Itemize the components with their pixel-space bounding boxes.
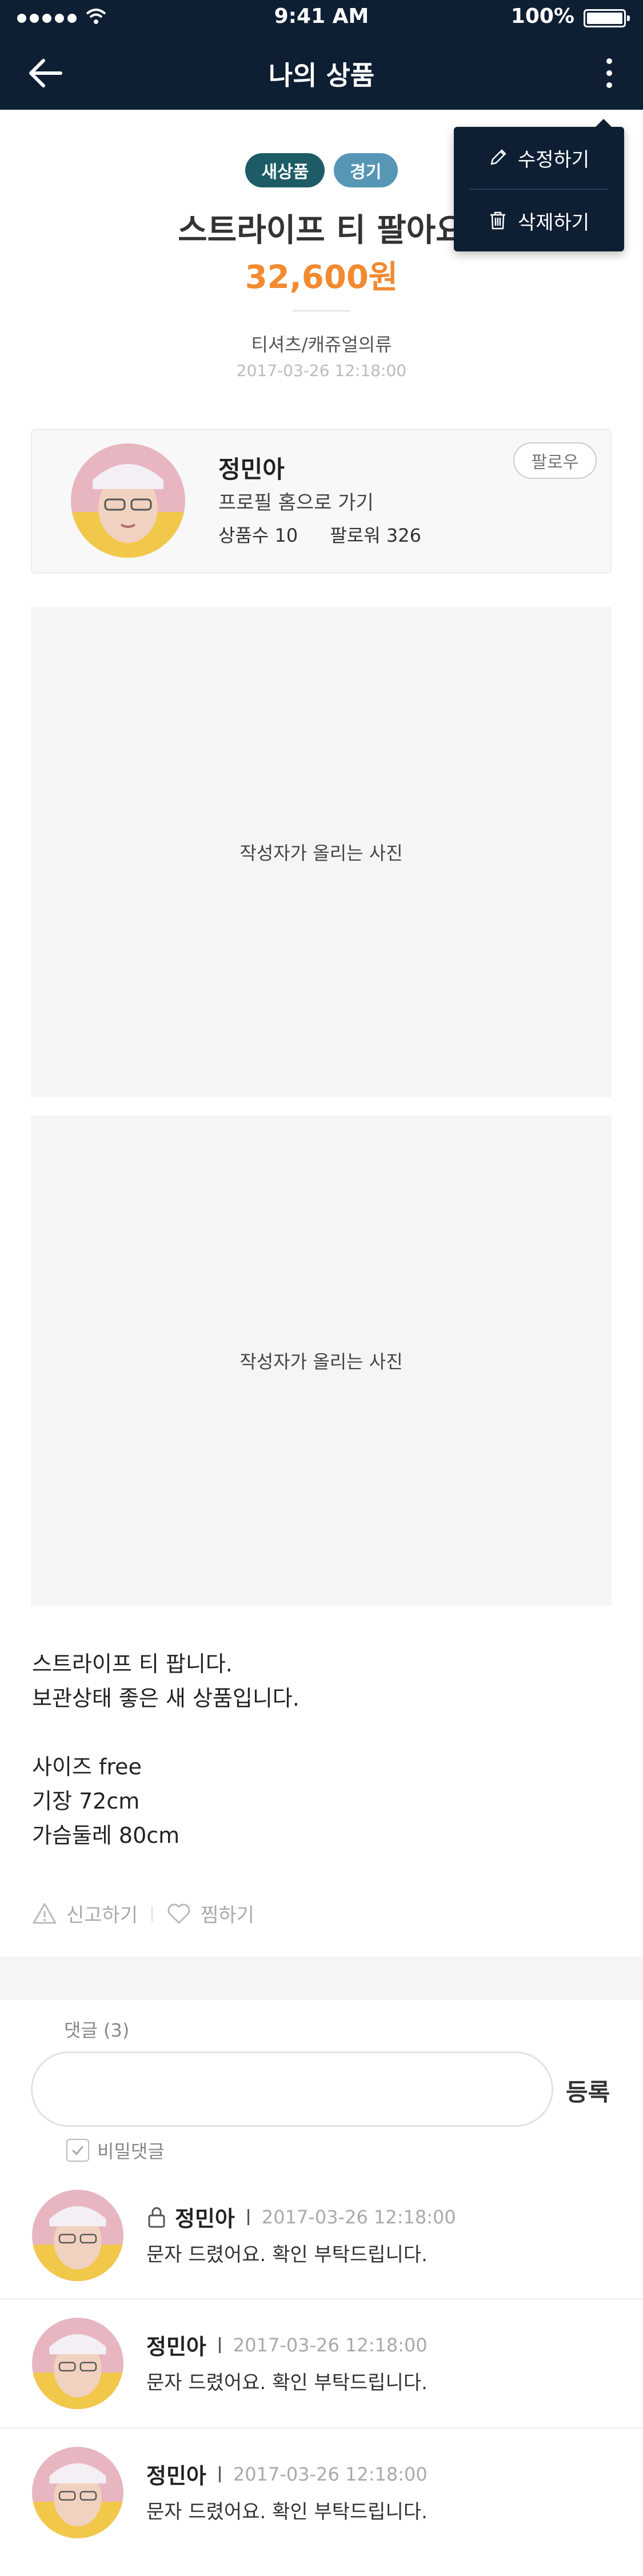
more-vertical-icon[interactable] [586,53,632,94]
comment-date: 2017-03-26 12:18:00 [233,2463,428,2485]
description-line: 사이즈 free [32,1754,142,1779]
product-date: 2017-03-26 12:18:00 [236,361,407,380]
report-button[interactable]: 신고하기 [32,1899,138,1927]
seller-stats: 상품수 10 팔로워 326 [218,521,448,547]
comment-input[interactable] [31,2051,553,2127]
comment-meta: 정민아 2017-03-26 12:18:00 [146,2201,456,2233]
options-menu: 수정하기 삭제하기 [454,119,624,251]
description-line: 가슴둘레 80cm [32,1823,180,1848]
comment-text: 문자 드렸어요. 확인 부탁드립니다. [146,2501,428,2523]
status-bar: 9:41 AM 100% [0,0,643,38]
action-separator [151,1905,153,1922]
meta-separator [247,2209,249,2225]
secret-comment-label: 비밀댓글 [97,2141,165,2162]
page-title: 나의 상품 [268,60,375,91]
meta-separator [218,2337,221,2353]
region-tag: 경기 [334,153,398,187]
follower-count: 팔로워 326 [330,525,421,546]
description-line: 보관상태 좋은 새 상품입니다. [32,1686,299,1711]
item-count: 상품수 10 [218,525,298,546]
avatar[interactable] [32,2318,123,2409]
product-category: 티셔츠/캐쥬얼의류 [251,334,392,355]
avatar[interactable] [32,2190,123,2281]
action-bar: 신고하기 찜하기 [32,1899,254,1927]
comment-count: 댓글 (3) [64,2019,130,2041]
battery-icon [584,9,630,27]
follow-button[interactable]: 팔로우 [513,442,597,479]
comment-meta: 정민아 2017-03-26 12:18:00 [146,2458,428,2490]
comment-author: 정민아 [146,2463,206,2489]
lock-icon [148,2207,165,2227]
description-line: 기장 72cm [32,1789,140,1814]
top-bar: 9:41 AM 100% 나의 상품 [0,0,643,110]
comment-text: 문자 드렸어요. 확인 부탁드립니다. [146,2371,428,2394]
submit-comment-button[interactable]: 등록 [566,2073,610,2108]
edit-menu-item[interactable]: 수정하기 [454,127,624,189]
product-price: 32,600원 [245,259,398,296]
avatar[interactable] [32,2447,123,2538]
like-label: 찜하기 [201,1904,254,1927]
secret-comment-checkbox[interactable]: 비밀댓글 [66,2137,165,2163]
comment-date: 2017-03-26 12:18:00 [261,2206,456,2228]
warning-icon [33,1903,57,1923]
comment-author: 정민아 [146,2334,206,2359]
delete-label: 삭제하기 [518,211,590,234]
edit-label: 수정하기 [518,148,590,171]
condition-tag: 새상품 [245,153,325,187]
section-divider [0,1957,643,2000]
check-icon [66,2139,89,2162]
battery-percent: 100% [510,5,574,28]
comment-text: 문자 드렸어요. 확인 부탁드립니다. [146,2243,428,2266]
seller-card: 정민아 프로필 홈으로 가기 상품수 10 팔로워 326 팔로우 [31,429,612,574]
comment-item: 정민아 2017-03-26 12:18:00 문자 드렸어요. 확인 부탁드립… [0,2190,643,2319]
avatar[interactable] [71,443,185,558]
comment-item: 정민아 2017-03-26 12:18:00 문자 드렸어요. 확인 부탁드립… [0,2447,643,2576]
comment-meta: 정민아 2017-03-26 12:18:00 [146,2329,428,2361]
report-label: 신고하기 [66,1904,138,1927]
product-photo[interactable]: 작성자가 올리는 사진 [31,1115,612,1606]
meta-separator [218,2466,221,2482]
trash-icon [490,211,505,230]
divider [293,310,350,311]
like-button[interactable]: 찜하기 [166,1899,254,1927]
comment-divider [0,2427,643,2429]
comment-author: 정민아 [175,2206,235,2231]
product-photo[interactable]: 작성자가 올리는 사진 [31,607,612,1097]
delete-menu-item[interactable]: 삭제하기 [454,190,624,251]
seller-name: 정민아 [218,455,285,483]
description-line: 스트라이프 티 팝니다. [32,1651,233,1677]
comment-date: 2017-03-26 12:18:00 [233,2334,428,2356]
profile-home-link[interactable]: 프로필 홈으로 가기 [218,487,374,515]
description-line [32,1715,299,1750]
heart-icon [167,1903,190,1923]
pencil-icon [490,149,506,165]
product-description: 스트라이프 티 팝니다. 보관상태 좋은 새 상품입니다. 사이즈 free 기… [32,1647,299,1853]
comment-divider [0,2298,643,2299]
